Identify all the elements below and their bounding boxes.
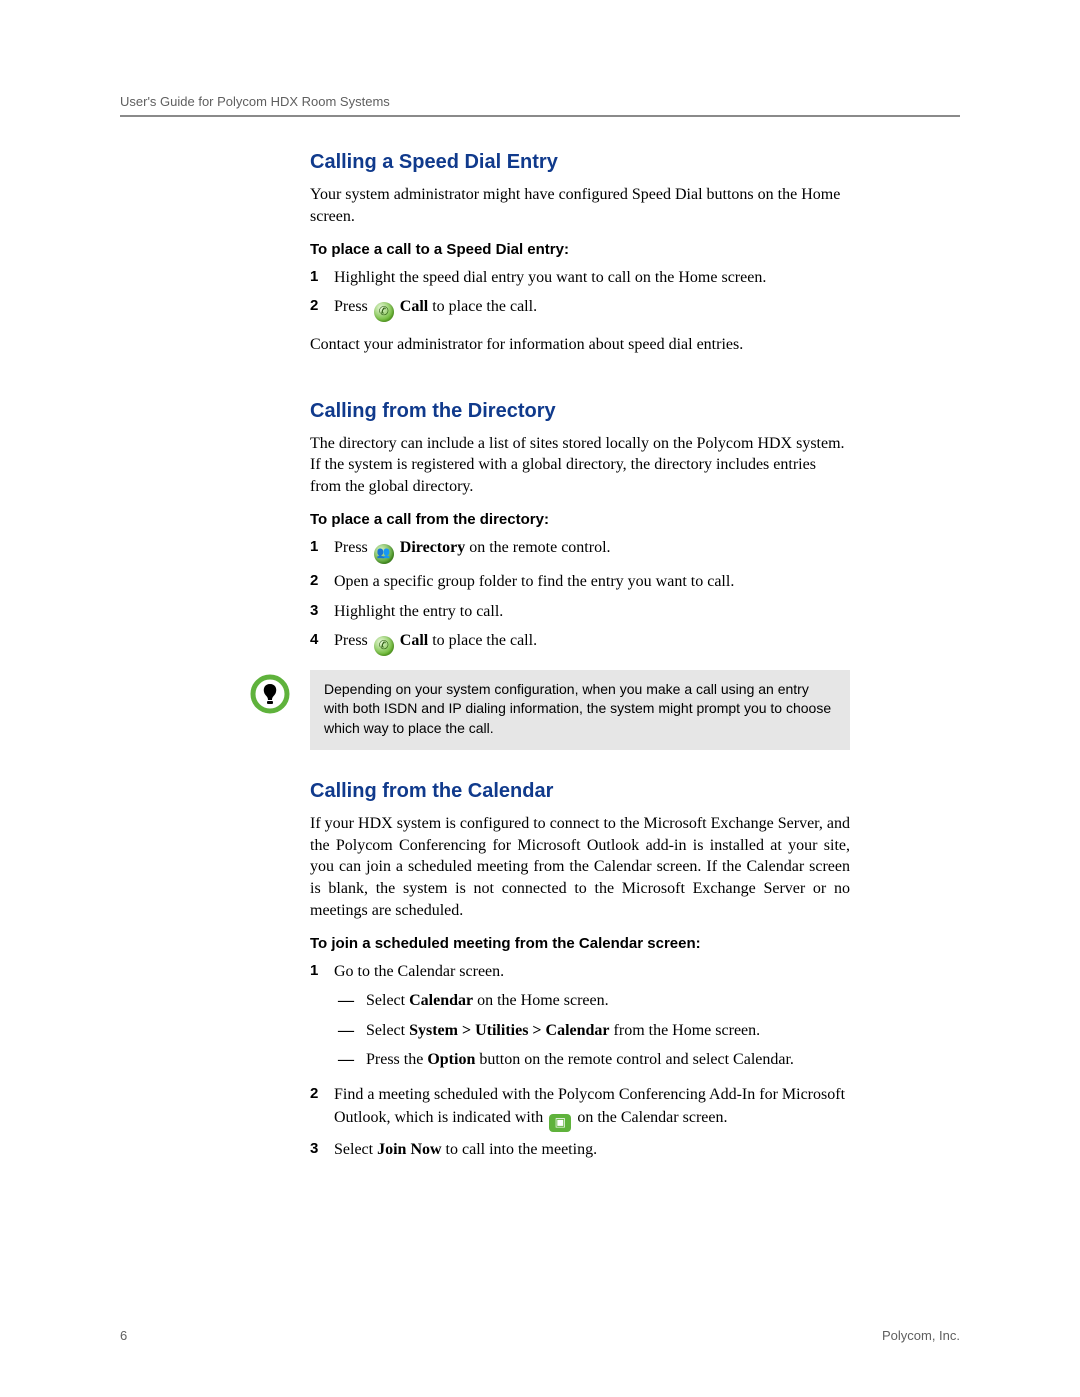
list-item: 2 Press ✆ Call to place the call. xyxy=(310,295,850,322)
footer-company: Polycom, Inc. xyxy=(882,1328,960,1343)
step-number: 3 xyxy=(310,1138,334,1160)
step-text: Select Join Now to call into the meeting… xyxy=(334,1138,850,1161)
bold-fragment: Call xyxy=(400,298,428,315)
text-fragment: on the Calendar screen. xyxy=(577,1109,727,1126)
page-content: Calling a Speed Dial Entry Your system a… xyxy=(310,151,850,1161)
directory-icon: 👥 xyxy=(374,544,394,564)
page-number: 6 xyxy=(120,1328,127,1343)
text-fragment: to place the call. xyxy=(432,632,537,649)
page-footer: 6 Polycom, Inc. xyxy=(120,1328,960,1343)
call-icon: ✆ xyxy=(374,636,394,656)
dash-list: — Select Calendar on the Home screen. — … xyxy=(334,989,850,1071)
dash-text: Press the Option button on the remote co… xyxy=(366,1048,794,1071)
dash-marker: — xyxy=(334,1019,366,1042)
list-item: 2 Open a specific group folder to find t… xyxy=(310,570,850,593)
step-number: 2 xyxy=(310,295,334,317)
step-number: 2 xyxy=(310,1083,334,1105)
heading-speed-dial: Calling a Speed Dial Entry xyxy=(310,151,850,174)
speed-dial-steps: 1 Highlight the speed dial entry you wan… xyxy=(310,266,850,322)
calendar-subheading: To join a scheduled meeting from the Cal… xyxy=(310,935,850,952)
speed-dial-subheading: To place a call to a Speed Dial entry: xyxy=(310,241,850,258)
text-fragment: from the Home screen. xyxy=(610,1022,761,1039)
step-text: Find a meeting scheduled with the Polyco… xyxy=(334,1083,850,1132)
document-page: User's Guide for Polycom HDX Room System… xyxy=(0,0,1080,1397)
header-rule xyxy=(120,115,960,117)
text-fragment: Select xyxy=(366,992,409,1009)
list-item: 4 Press ✆ Call to place the call. xyxy=(310,629,850,656)
text-fragment: button on the remote control and select … xyxy=(475,1051,794,1068)
tip-icon xyxy=(250,674,290,714)
step-number: 3 xyxy=(310,600,334,622)
calendar-steps: 1 Go to the Calendar screen. — Select Ca… xyxy=(310,960,850,1161)
dash-item: — Select System > Utilities > Calendar f… xyxy=(334,1019,850,1042)
dash-marker: — xyxy=(334,989,366,1012)
step-text: Open a specific group folder to find the… xyxy=(334,570,850,593)
text-fragment: on the remote control. xyxy=(469,539,610,556)
dash-marker: — xyxy=(334,1048,366,1071)
step-number: 1 xyxy=(310,266,334,288)
step-text: Highlight the entry to call. xyxy=(334,600,850,623)
text-fragment: Press xyxy=(334,298,372,315)
heading-calendar: Calling from the Calendar xyxy=(310,780,850,803)
directory-intro: The directory can include a list of site… xyxy=(310,433,850,498)
running-header: User's Guide for Polycom HDX Room System… xyxy=(120,94,960,109)
heading-directory: Calling from the Directory xyxy=(310,400,850,423)
bold-fragment: Directory xyxy=(400,539,465,556)
directory-subheading: To place a call from the directory: xyxy=(310,511,850,528)
text-fragment: Press the xyxy=(366,1051,427,1068)
step-number: 1 xyxy=(310,536,334,558)
call-icon: ✆ xyxy=(374,302,394,322)
text-fragment: Press xyxy=(334,539,372,556)
dash-text: Select Calendar on the Home screen. xyxy=(366,989,609,1012)
note-callout: Depending on your system configuration, … xyxy=(250,670,850,751)
text-fragment: Select xyxy=(334,1141,377,1158)
dash-item: — Select Calendar on the Home screen. xyxy=(334,989,850,1012)
dash-text: Select System > Utilities > Calendar fro… xyxy=(366,1019,760,1042)
bold-fragment: Calendar xyxy=(409,992,473,1009)
list-item: 1 Press 👥 Directory on the remote contro… xyxy=(310,536,850,564)
step-number: 4 xyxy=(310,629,334,651)
step-number: 2 xyxy=(310,570,334,592)
bold-fragment: System > Utilities > Calendar xyxy=(409,1022,609,1039)
list-item: 3 Highlight the entry to call. xyxy=(310,600,850,623)
list-item: 2 Find a meeting scheduled with the Poly… xyxy=(310,1083,850,1132)
text-fragment: to place the call. xyxy=(432,298,537,315)
list-item: 1 Go to the Calendar screen. — Select Ca… xyxy=(310,960,850,1077)
note-icon-cell xyxy=(250,670,310,714)
text-fragment: to call into the meeting. xyxy=(442,1141,598,1158)
note-text: Depending on your system configuration, … xyxy=(310,670,850,751)
list-item: 1 Highlight the speed dial entry you wan… xyxy=(310,266,850,289)
text-fragment: on the Home screen. xyxy=(473,992,609,1009)
bold-fragment: Option xyxy=(427,1051,475,1068)
bold-fragment: Join Now xyxy=(377,1141,441,1158)
step-text: Press ✆ Call to place the call. xyxy=(334,295,850,322)
meeting-icon: ▣ xyxy=(549,1114,571,1132)
directory-steps: 1 Press 👥 Directory on the remote contro… xyxy=(310,536,850,655)
text-fragment: Go to the Calendar screen. xyxy=(334,963,504,980)
bold-fragment: Call xyxy=(400,632,428,649)
step-number: 1 xyxy=(310,960,334,982)
step-text: Highlight the speed dial entry you want … xyxy=(334,266,850,289)
step-text: Press 👥 Directory on the remote control. xyxy=(334,536,850,564)
step-text: Press ✆ Call to place the call. xyxy=(334,629,850,656)
step-text: Go to the Calendar screen. — Select Cale… xyxy=(334,960,850,1077)
text-fragment: Select xyxy=(366,1022,409,1039)
speed-dial-after: Contact your administrator for informati… xyxy=(310,334,850,356)
text-fragment: Press xyxy=(334,632,372,649)
dash-item: — Press the Option button on the remote … xyxy=(334,1048,850,1071)
speed-dial-intro: Your system administrator might have con… xyxy=(310,184,850,227)
calendar-intro: If your HDX system is configured to conn… xyxy=(310,813,850,921)
list-item: 3 Select Join Now to call into the meeti… xyxy=(310,1138,850,1161)
